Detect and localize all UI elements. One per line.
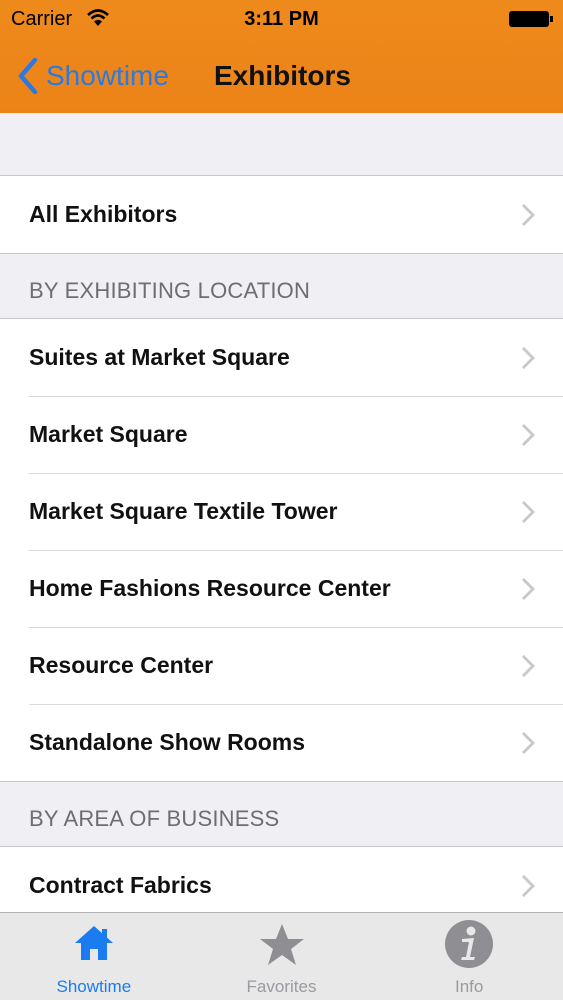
star-icon xyxy=(259,924,304,965)
back-button[interactable]: Showtime xyxy=(18,56,169,96)
list-item-label: Contract Fabrics xyxy=(29,872,212,898)
battery-icon xyxy=(509,11,553,27)
home-icon xyxy=(74,926,113,960)
chevron-right-icon xyxy=(522,347,535,369)
tab-bar: Showtime Favorites Info xyxy=(0,912,563,1000)
top-spacer xyxy=(0,113,563,175)
list-item[interactable]: Standalone Show Rooms xyxy=(0,704,563,781)
navigation-bar: Showtime Exhibitors xyxy=(0,40,563,113)
list-item-label: All Exhibitors xyxy=(29,201,178,227)
back-label: Showtime xyxy=(46,60,169,91)
exhibitor-list[interactable]: All Exhibitors BY EXHIBITING LOCATION Su… xyxy=(0,113,563,912)
chevron-right-icon xyxy=(522,732,535,754)
chevron-right-icon xyxy=(522,501,535,523)
tab-label: Favorites xyxy=(246,977,317,996)
tab-showtime[interactable]: Showtime xyxy=(0,913,188,1000)
chevron-left-icon xyxy=(18,58,38,94)
tab-info[interactable]: Info xyxy=(375,913,563,1000)
list-item[interactable]: Suites at Market Square xyxy=(0,319,563,396)
all-exhibitors-group: All Exhibitors xyxy=(0,175,563,254)
list-item-label: Home Fashions Resource Center xyxy=(29,575,391,601)
header: Carrier 3:11 PM Showtime Exhibitors xyxy=(0,0,563,113)
section-header-business: BY AREA OF BUSINESS xyxy=(0,782,563,846)
list-item-label: Market Square xyxy=(29,421,188,447)
page-title: Exhibitors xyxy=(214,60,351,91)
list-item[interactable]: Home Fashions Resource Center xyxy=(0,550,563,627)
list-item[interactable]: Resource Center xyxy=(0,627,563,704)
chevron-right-icon xyxy=(522,875,535,897)
chevron-right-icon xyxy=(522,655,535,677)
list-item-all-exhibitors[interactable]: All Exhibitors xyxy=(0,176,563,253)
list-item-label: Resource Center xyxy=(29,652,214,678)
business-group: Contract Fabrics xyxy=(0,846,563,912)
chevron-right-icon xyxy=(522,204,535,226)
tab-favorites[interactable]: Favorites xyxy=(188,913,376,1000)
section-header-location: BY EXHIBITING LOCATION xyxy=(0,254,563,318)
list-item[interactable]: Market Square Textile Tower xyxy=(0,473,563,550)
list-item-label: Suites at Market Square xyxy=(29,344,290,370)
section-header-label: BY EXHIBITING LOCATION xyxy=(29,278,311,303)
list-item[interactable]: Contract Fabrics xyxy=(0,847,563,912)
tab-label: Showtime xyxy=(56,977,132,996)
list-item[interactable]: Market Square xyxy=(0,396,563,473)
list-item-label: Standalone Show Rooms xyxy=(29,729,306,755)
list-item-label: Market Square Textile Tower xyxy=(29,498,338,524)
chevron-right-icon xyxy=(522,424,535,446)
tab-label: Info xyxy=(455,977,484,996)
status-time: 3:11 PM xyxy=(244,8,319,30)
status-bar: Carrier 3:11 PM xyxy=(0,0,563,40)
section-header-label: BY AREA OF BUSINESS xyxy=(29,806,280,831)
chevron-right-icon xyxy=(522,578,535,600)
location-group: Suites at Market Square Market Square Ma… xyxy=(0,318,563,782)
info-icon xyxy=(445,920,494,968)
